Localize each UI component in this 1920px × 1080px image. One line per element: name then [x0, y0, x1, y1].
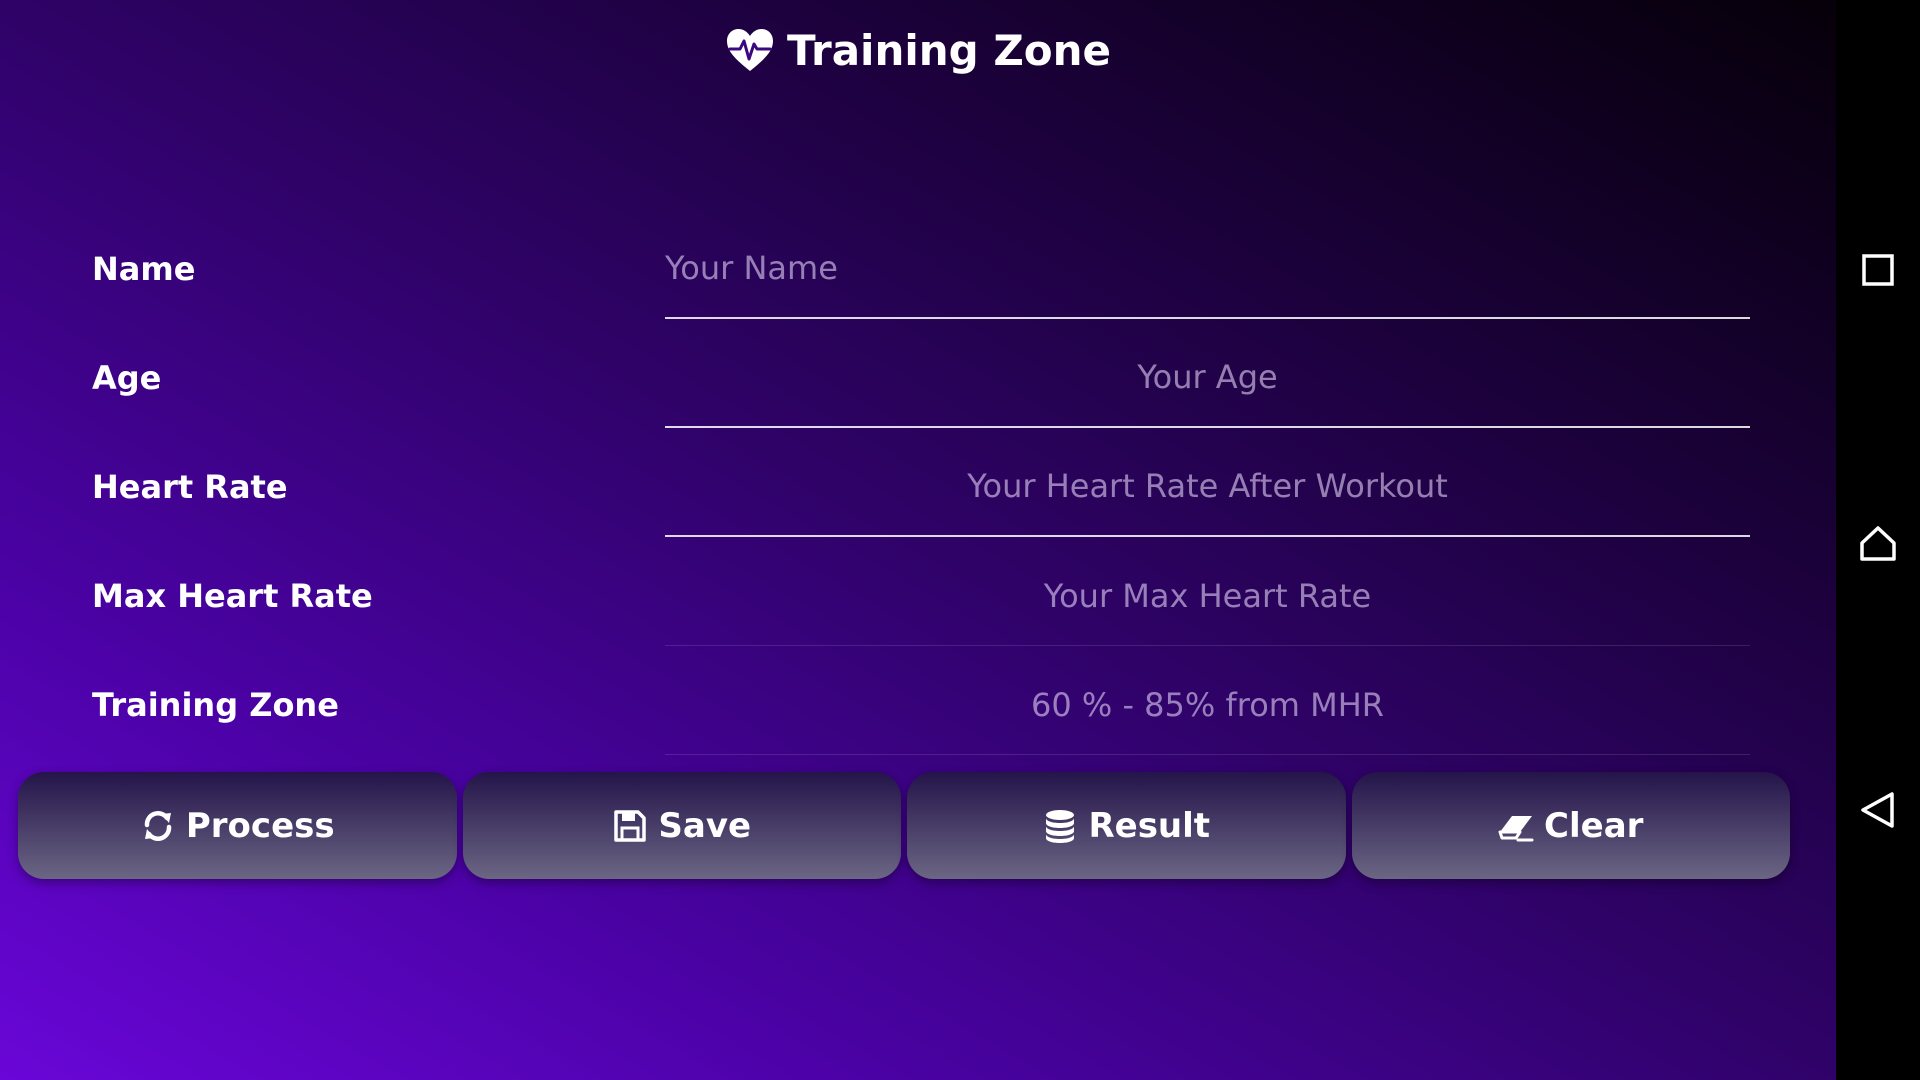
heart-pulse-icon	[726, 29, 773, 71]
max-heart-rate-label: Max Heart Rate	[92, 577, 373, 615]
max-heart-rate-row: Max Heart Rate	[0, 542, 1836, 651]
process-button[interactable]: Process	[18, 772, 457, 879]
max-heart-rate-field-container	[665, 546, 1750, 646]
name-input[interactable]	[665, 219, 1750, 317]
max-heart-rate-input[interactable]	[665, 546, 1750, 645]
name-label: Name	[92, 250, 196, 288]
save-button-label: Save	[658, 805, 752, 846]
home-button[interactable]	[1848, 513, 1908, 573]
name-row: Name	[0, 215, 1836, 324]
training-zone-label: Training Zone	[92, 686, 339, 724]
save-button[interactable]: Save	[462, 772, 901, 879]
app-header: Training Zone	[0, 20, 1836, 80]
heart-rate-label: Heart Rate	[92, 468, 288, 506]
back-button[interactable]	[1848, 780, 1908, 840]
clear-button-label: Clear	[1544, 805, 1644, 846]
process-button-label: Process	[185, 805, 335, 846]
clear-button[interactable]: Clear	[1351, 772, 1790, 879]
recents-button[interactable]	[1848, 240, 1908, 300]
app-window: Training Zone Name Age Heart Rate Max He…	[0, 0, 1836, 1080]
database-icon	[1046, 809, 1075, 843]
name-field-container	[665, 219, 1750, 319]
training-zone-field-container: 60 % - 85% from MHR	[665, 655, 1750, 755]
heart-rate-input[interactable]	[665, 437, 1750, 535]
refresh-icon	[144, 810, 172, 841]
eraser-icon	[1498, 815, 1534, 841]
age-input[interactable]	[665, 328, 1750, 426]
home-icon	[1860, 526, 1896, 561]
result-button[interactable]: Result	[907, 772, 1346, 879]
screen: Training Zone Name Age Heart Rate Max He…	[0, 0, 1920, 1080]
page-title: Training Zone	[786, 25, 1112, 75]
age-label: Age	[92, 359, 162, 397]
square-icon	[1862, 254, 1894, 286]
heart-rate-row: Heart Rate	[0, 433, 1836, 542]
heart-rate-field-container	[665, 437, 1750, 537]
floppy-disk-icon	[614, 809, 647, 842]
result-button-label: Result	[1088, 805, 1211, 846]
action-bar: Process Save Result Clear	[18, 772, 1790, 879]
training-zone-row: Training Zone 60 % - 85% from MHR	[0, 651, 1836, 760]
training-zone-value: 60 % - 85% from MHR	[1030, 685, 1385, 724]
back-triangle-icon	[1861, 792, 1894, 828]
system-navigation-bar	[1836, 0, 1920, 1080]
age-field-container	[665, 328, 1750, 428]
age-row: Age	[0, 324, 1836, 433]
